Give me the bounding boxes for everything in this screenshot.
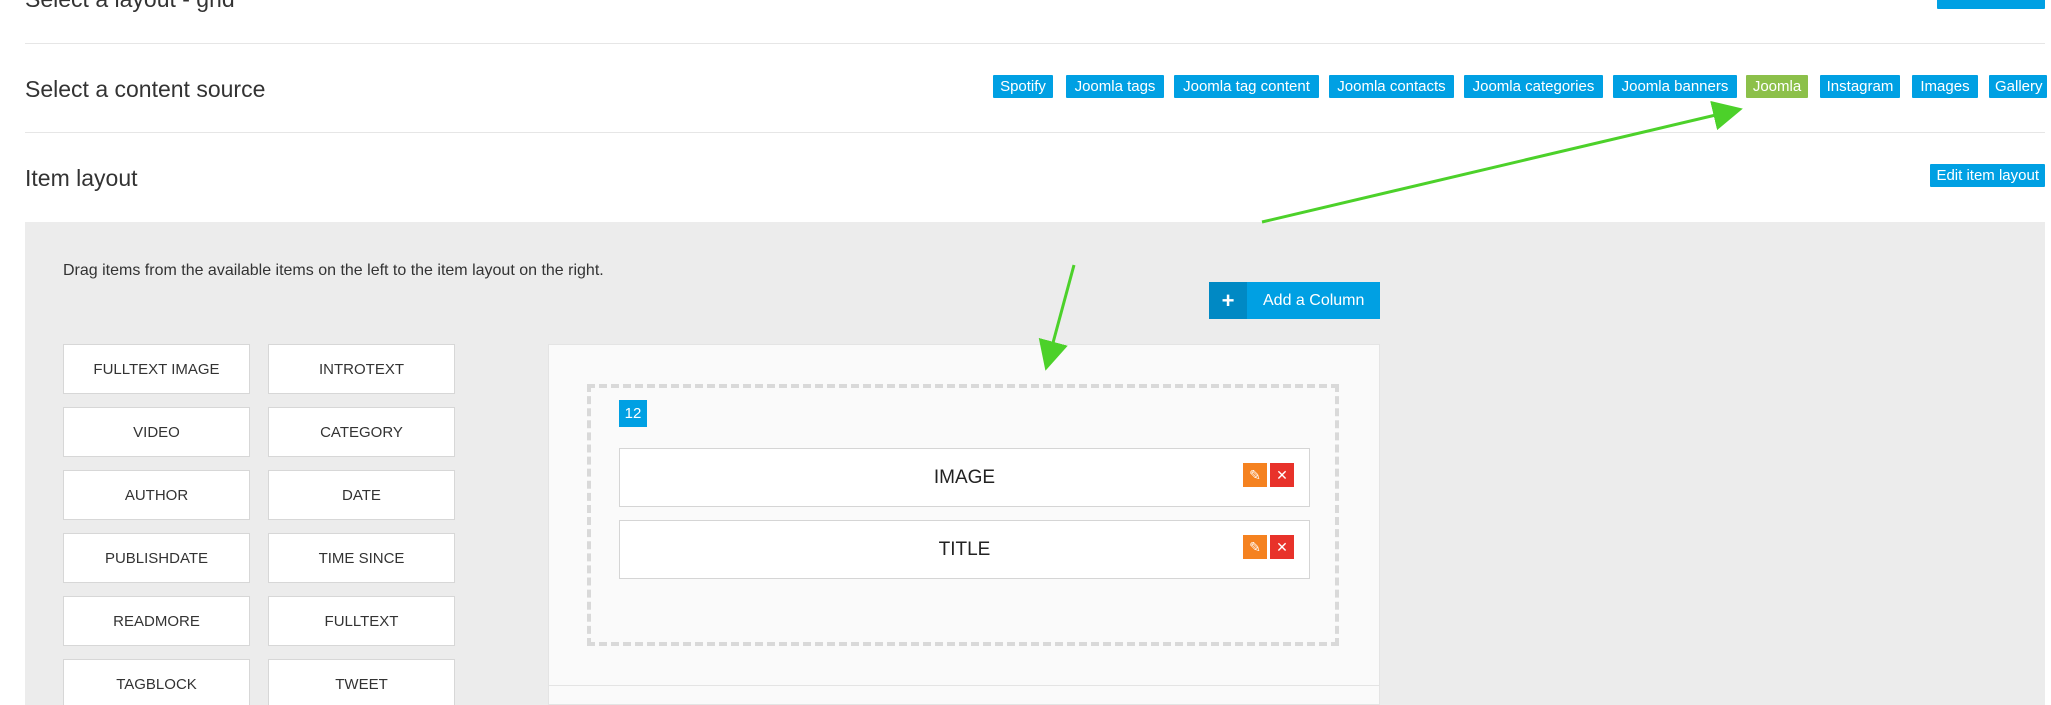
available-item-readmore[interactable]: READMORE bbox=[63, 596, 250, 646]
available-item-date[interactable]: DATE bbox=[268, 470, 455, 520]
item-layout-builder: Drag items from the available items on t… bbox=[25, 222, 2045, 705]
layout-item-label: TITLE bbox=[938, 538, 991, 560]
edit-item-layout-button[interactable]: Edit item layout bbox=[1930, 164, 2045, 187]
layout-select-title: Select a layout - grid bbox=[25, 0, 235, 13]
page: Select a layout - grid Select a content … bbox=[0, 0, 2051, 705]
source-button-images[interactable]: Images bbox=[1912, 75, 1978, 98]
add-column-label: Add a Column bbox=[1263, 291, 1365, 309]
item-layout-row: Item layout Edit item layout bbox=[25, 133, 2045, 222]
layout-select-row: Select a layout - grid bbox=[25, 0, 2045, 44]
source-button-instagram[interactable]: Instagram bbox=[1820, 75, 1900, 98]
pencil-icon[interactable]: ✎ bbox=[1243, 535, 1267, 559]
available-item-fulltext-image[interactable]: FULLTEXT IMAGE bbox=[63, 344, 250, 394]
available-item-author[interactable]: AUTHOR bbox=[63, 470, 250, 520]
source-button-joomla-contacts[interactable]: Joomla contacts bbox=[1329, 75, 1454, 98]
pencil-icon[interactable]: ✎ bbox=[1243, 463, 1267, 487]
layout-item-image[interactable]: IMAGE ✎ ✕ bbox=[619, 448, 1310, 507]
item-layout-area: 12 IMAGE ✎ ✕ TITLE ✎ ✕ bbox=[548, 344, 1380, 705]
source-button-joomla[interactable]: Joomla bbox=[1746, 75, 1808, 98]
source-button-joomla-categories[interactable]: Joomla categories bbox=[1464, 75, 1603, 98]
layout-item-label: IMAGE bbox=[933, 466, 996, 488]
layout-column[interactable]: 12 IMAGE ✎ ✕ TITLE ✎ ✕ bbox=[587, 384, 1339, 646]
available-item-tweet[interactable]: TWEET bbox=[268, 659, 455, 705]
source-button-joomla-tags[interactable]: Joomla tags bbox=[1066, 75, 1164, 98]
available-item-category[interactable]: CATEGORY bbox=[268, 407, 455, 457]
layout-item-title[interactable]: TITLE ✎ ✕ bbox=[619, 520, 1310, 579]
item-layout-title: Item layout bbox=[25, 165, 138, 191]
column-width-badge[interactable]: 12 bbox=[619, 400, 647, 427]
content-source-title: Select a content source bbox=[25, 76, 266, 102]
content-source-row: Select a content source Spotify Joomla ta… bbox=[25, 44, 2047, 133]
layout-area-divider bbox=[549, 685, 1379, 686]
add-column-button[interactable]: + Add a Column bbox=[1209, 282, 1381, 319]
source-button-joomla-tag-content[interactable]: Joomla tag content bbox=[1174, 75, 1319, 98]
plus-icon: + bbox=[1209, 282, 1247, 319]
change-layout-button[interactable] bbox=[1937, 0, 2045, 9]
available-item-publishdate[interactable]: PUBLISHDATE bbox=[63, 533, 250, 583]
source-button-spotify[interactable]: Spotify bbox=[993, 75, 1053, 98]
available-item-video[interactable]: VIDEO bbox=[63, 407, 250, 457]
available-item-time-since[interactable]: TIME SINCE bbox=[268, 533, 455, 583]
close-icon[interactable]: ✕ bbox=[1270, 535, 1294, 559]
builder-instructions: Drag items from the available items on t… bbox=[63, 262, 604, 279]
source-button-gallery[interactable]: Gallery bbox=[1989, 75, 2047, 98]
available-item-introtext[interactable]: INTROTEXT bbox=[268, 344, 455, 394]
source-button-joomla-banners[interactable]: Joomla banners bbox=[1613, 75, 1737, 98]
available-item-tagblock[interactable]: TAGBLOCK bbox=[63, 659, 250, 705]
available-item-fulltext[interactable]: FULLTEXT bbox=[268, 596, 455, 646]
close-icon[interactable]: ✕ bbox=[1270, 463, 1294, 487]
